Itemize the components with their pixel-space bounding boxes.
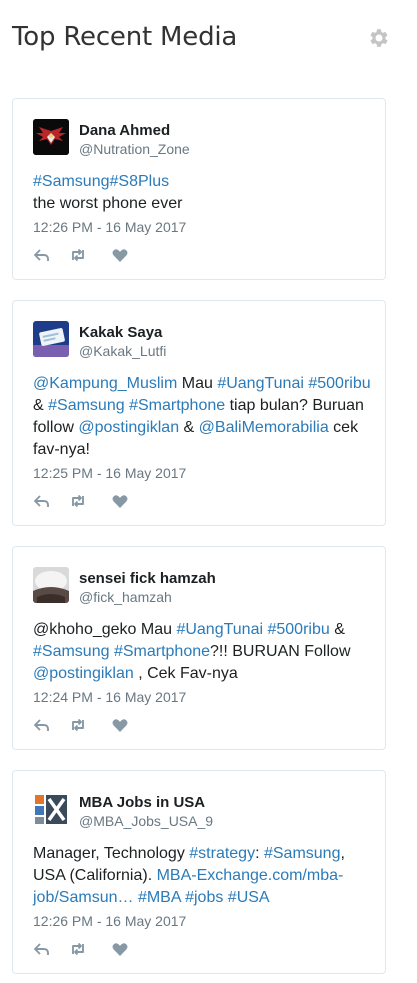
user-name[interactable]: sensei fick hamzah [79,570,216,587]
tweet-link[interactable]: #USA [228,889,270,906]
tweet-link[interactable]: #500ribu [308,375,370,392]
tweet-text-segment: ?!! BURUAN Follow [210,643,351,660]
like-icon[interactable] [111,717,129,733]
retweet-icon[interactable] [69,247,87,263]
user-handle[interactable]: @Nutration_Zone [79,141,190,157]
tweet-link[interactable]: #500ribu [267,621,329,638]
tweet-link[interactable]: #Samsung [264,845,341,862]
tweet-link[interactable]: @BaliMemorabilia [199,419,329,436]
tweet-text: Manager, Technology #strategy: #Samsung,… [33,843,373,909]
tweet-text-segment: Mau [177,375,218,392]
tweet-link[interactable]: #Samsung [48,397,125,414]
tweet-link[interactable]: #S8Plus [110,173,170,190]
tweet-link[interactable]: #jobs [185,889,223,906]
tweet-card[interactable]: MBA Jobs in USA @MBA_Jobs_USA_9 Manager,… [12,770,386,974]
tweet-actions [33,247,143,263]
retweet-icon[interactable] [69,941,87,957]
tweet-link[interactable]: #Smartphone [129,397,225,414]
user-handle[interactable]: @MBA_Jobs_USA_9 [79,813,213,829]
tweet-text-segment: the worst phone ever [33,195,183,212]
tweet-link[interactable]: @postingiklan [78,419,179,436]
retweet-icon[interactable] [69,493,87,509]
like-icon[interactable] [111,941,129,957]
tweet-actions [33,717,143,733]
gear-icon[interactable] [366,26,390,50]
tweet-card[interactable]: sensei fick hamzah @fick_hamzah @khoho_g… [12,546,386,750]
like-icon[interactable] [111,247,129,263]
tweet-link[interactable]: #strategy [189,845,255,862]
tweet-link[interactable]: #Samsung [33,173,110,190]
tweet-link[interactable]: @Kampung_Muslim [33,375,177,392]
tweet-text: @Kampung_Muslim Mau #UangTunai #500ribu … [33,373,373,461]
tweet-link[interactable]: @postingiklan [33,665,134,682]
tweet-text: #Samsung#S8Plus the worst phone ever [33,171,373,215]
tweet-link[interactable]: #UangTunai [176,621,263,638]
tweet-text-segment: @khoho_geko Mau [33,621,177,638]
tweet-text-segment: & [179,419,199,436]
page-title: Top Recent Media [12,22,238,52]
user-name[interactable]: Dana Ahmed [79,122,170,139]
avatar[interactable] [33,567,69,603]
tweet-actions [33,941,143,957]
tweet-text-segment: & [33,397,49,414]
tweet-card[interactable]: Kakak Saya @Kakak_Lutfi @Kampung_Muslim … [12,300,386,526]
retweet-icon[interactable] [69,717,87,733]
tweet-text: @khoho_geko Mau #UangTunai #500ribu & #S… [33,619,373,685]
tweet-text-segment: , Cek Fav-nya [133,665,238,682]
tweet-timestamp[interactable]: 12:26 PM - 16 May 2017 [33,913,186,929]
tweet-card[interactable]: Dana Ahmed @Nutration_Zone #Samsung#S8Pl… [12,98,386,280]
user-name[interactable]: MBA Jobs in USA [79,794,205,811]
avatar[interactable] [33,321,69,357]
widget-header: Top Recent Media [12,22,392,62]
tweet-text-segment: : [255,845,264,862]
tweet-link[interactable]: #MBA [138,889,181,906]
reply-icon[interactable] [33,941,51,957]
tweet-actions [33,493,143,509]
user-name[interactable]: Kakak Saya [79,324,162,341]
avatar[interactable] [33,791,69,827]
tweet-timestamp[interactable]: 12:25 PM - 16 May 2017 [33,465,186,481]
tweet-link[interactable]: #Smartphone [114,643,210,660]
tweet-link[interactable]: #Samsung [33,643,110,660]
tweet-link[interactable]: #UangTunai [217,375,304,392]
reply-icon[interactable] [33,493,51,509]
tweet-timestamp[interactable]: 12:26 PM - 16 May 2017 [33,219,186,235]
user-handle[interactable]: @fick_hamzah [79,589,172,605]
user-handle[interactable]: @Kakak_Lutfi [79,343,166,359]
reply-icon[interactable] [33,717,51,733]
tweet-timestamp[interactable]: 12:24 PM - 16 May 2017 [33,689,186,705]
avatar[interactable] [33,119,69,155]
like-icon[interactable] [111,493,129,509]
reply-icon[interactable] [33,247,51,263]
tweet-text-segment: & [329,621,345,638]
tweet-text-segment: Manager, Technology [33,845,190,862]
